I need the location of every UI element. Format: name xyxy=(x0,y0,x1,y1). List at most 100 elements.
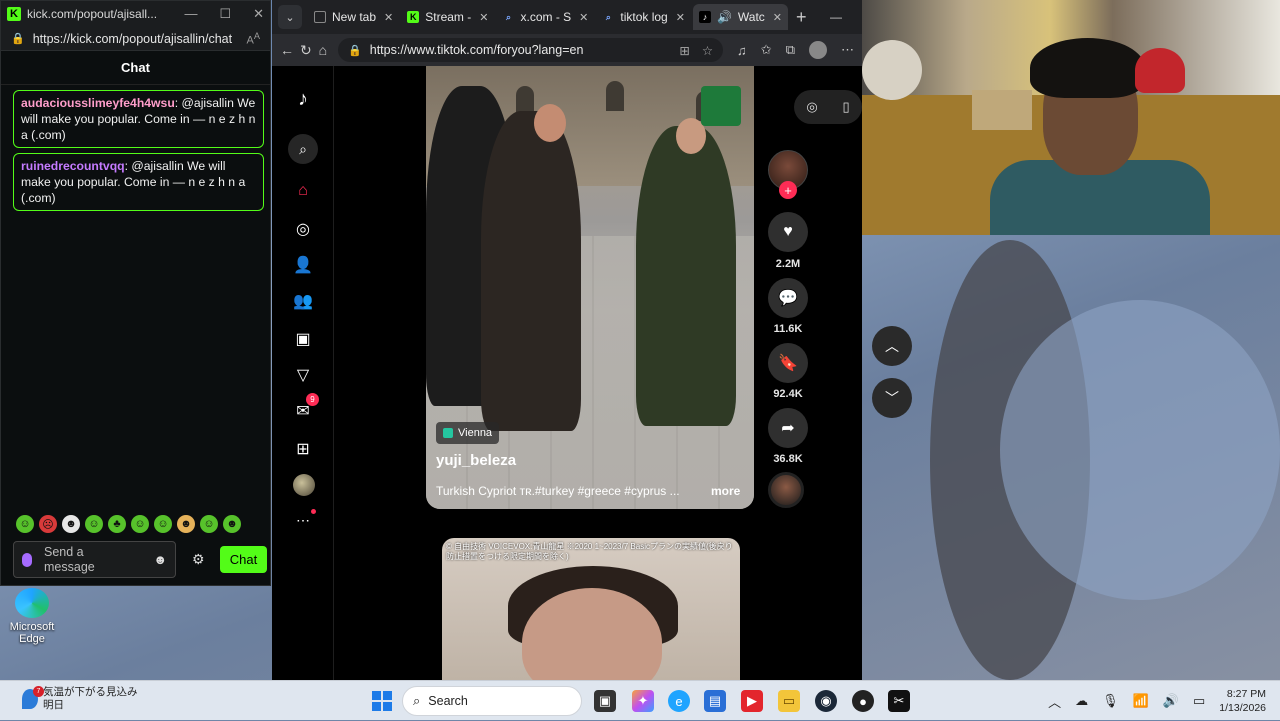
emote-icon[interactable]: ☺ xyxy=(154,515,172,533)
favorite-star-icon[interactable]: ☆ xyxy=(702,43,713,58)
top-controls: ◎ ▯ xyxy=(794,90,862,124)
microphone-icon[interactable] xyxy=(22,552,32,567)
bookmark-icon[interactable]: 🔖 xyxy=(768,343,808,383)
next-video-chevron-down-icon[interactable]: ﹀ xyxy=(872,378,912,418)
tab-stream[interactable]: K Stream - ✕ xyxy=(401,4,494,30)
more-link[interactable]: more xyxy=(711,484,740,498)
obs-icon[interactable]: ● xyxy=(852,690,874,712)
youtube-icon[interactable]: ▶ xyxy=(741,690,763,712)
close-tab-icon[interactable]: ✕ xyxy=(384,11,393,24)
collections-icon[interactable]: ⧉ xyxy=(786,42,795,58)
search-icon[interactable]: ⌕ xyxy=(288,134,318,164)
upload-plus-icon[interactable]: ⊞ xyxy=(292,438,314,460)
tray-app-icon[interactable]: ☁ xyxy=(1075,693,1088,709)
emote-icon[interactable]: ☺ xyxy=(16,515,34,533)
tab-tiktok-login[interactable]: ⌕ tiktok log ✕ xyxy=(596,4,691,30)
home-icon[interactable]: ⌂ xyxy=(318,42,328,58)
music-disc-avatar[interactable] xyxy=(768,472,804,508)
address-bar[interactable]: 🔒 https://www.tiktok.com/foryou?lang=en … xyxy=(338,38,724,62)
close-tab-icon[interactable]: ✕ xyxy=(773,11,782,24)
taskbar-search[interactable]: ⌕ Search xyxy=(402,686,582,716)
tray-chevron-up-icon[interactable]: ︿ xyxy=(1048,692,1061,711)
store-icon[interactable]: ▤ xyxy=(704,690,726,712)
maximize-icon[interactable]: ☐ xyxy=(219,6,231,22)
edge-taskbar-icon[interactable]: e xyxy=(668,690,690,712)
close-icon[interactable]: ✕ xyxy=(253,6,264,22)
task-view-icon[interactable]: ▣ xyxy=(594,690,616,712)
apps-icon[interactable]: ⊞ xyxy=(679,43,689,58)
microphone-icon[interactable]: 🎙 xyxy=(1102,693,1119,709)
kick-favicon-icon: K xyxy=(407,11,420,23)
comment-icon[interactable]: 💬 xyxy=(768,278,808,318)
tab-x-com[interactable]: ⌕ x.com - S ✕ xyxy=(496,4,594,30)
volume-icon[interactable]: 🔊 xyxy=(1163,693,1179,709)
profile-avatar[interactable] xyxy=(293,474,315,496)
messages-send-icon[interactable]: ▽ xyxy=(292,364,314,386)
back-arrow-icon[interactable]: ← xyxy=(280,42,294,58)
media-control-icon[interactable]: ♫ xyxy=(737,43,747,58)
home-icon[interactable]: ⌂ xyxy=(292,180,314,202)
chat-input-placeholder: Send a message xyxy=(44,544,95,574)
video-player[interactable]: Vienna yuji_beleza Turkish Cypriot ᴛʀ.#t… xyxy=(426,66,754,509)
like-heart-icon[interactable]: ♥ xyxy=(768,212,808,252)
favorites-icon[interactable]: ✩ xyxy=(761,42,772,58)
emote-icon[interactable]: ☺ xyxy=(200,515,218,533)
friends-icon[interactable]: 👥 xyxy=(292,290,314,312)
capcut-icon[interactable]: ✂ xyxy=(888,690,910,712)
battery-icon[interactable]: ▭ xyxy=(1193,693,1205,709)
emoji-icon[interactable]: ☻ xyxy=(153,552,167,567)
lock-icon: 🔒 xyxy=(348,44,362,57)
compass-icon[interactable]: ◎ xyxy=(806,99,817,115)
tab-new-tab[interactable]: New tab ✕ xyxy=(308,4,399,30)
explore-compass-icon[interactable]: ◎ xyxy=(292,218,314,240)
emote-icon[interactable]: ☺ xyxy=(85,515,103,533)
chat-username[interactable]: ruinedrecountvqq xyxy=(21,159,125,173)
emote-icon[interactable]: ☹ xyxy=(39,515,57,533)
close-tab-icon[interactable]: ✕ xyxy=(676,11,685,24)
tiktok-logo-icon[interactable]: ♪ xyxy=(292,88,314,110)
live-tv-icon[interactable]: ▣ xyxy=(292,328,314,350)
steam-icon[interactable]: ◉ xyxy=(815,690,837,712)
more-dots-icon[interactable]: ⋯ xyxy=(296,509,316,529)
chat-message-input[interactable]: Send a message ☻ xyxy=(13,541,176,578)
video-author-handle[interactable]: yuji_beleza xyxy=(436,452,516,469)
start-windows-icon[interactable] xyxy=(372,691,392,711)
emote-icon[interactable]: ☻ xyxy=(223,515,241,533)
address-url: https://www.tiktok.com/foryou?lang=en xyxy=(369,43,584,57)
file-explorer-icon[interactable]: ▭ xyxy=(778,690,800,712)
profile-avatar[interactable] xyxy=(809,41,827,59)
speaker-icon[interactable]: 🔊 xyxy=(717,10,732,24)
refresh-icon[interactable]: ↻ xyxy=(300,42,312,59)
emote-icon[interactable]: ☺ xyxy=(131,515,149,533)
settings-gear-icon[interactable]: ⚙ xyxy=(192,551,205,568)
chat-username[interactable]: audaciousslimeyfe4h4wsu xyxy=(21,96,175,110)
kick-address-bar[interactable]: 🔒 https://kick.com/popout/ajisallin/chat… xyxy=(1,27,270,51)
wifi-icon[interactable]: 📶 xyxy=(1133,693,1149,709)
new-tab-plus-icon[interactable]: + xyxy=(796,7,807,28)
desktop-icon-edge[interactable]: Microsoft Edge xyxy=(6,588,58,645)
following-icon[interactable]: 👤 xyxy=(292,254,314,276)
minimize-icon[interactable]: — xyxy=(830,10,842,24)
device-icon[interactable]: ▯ xyxy=(842,99,849,115)
copilot-icon[interactable]: ✦ xyxy=(632,690,654,712)
emote-icon[interactable]: ☻ xyxy=(62,515,80,533)
read-aloud-icon[interactable]: AA xyxy=(247,31,260,47)
tab-watch[interactable]: ♪ 🔊 Watc ✕ xyxy=(692,4,789,30)
clock[interactable]: 8:27 PM 1/13/2026 xyxy=(1219,687,1266,715)
weather-widget[interactable]: 7 気温が下がる見込み 明日 xyxy=(22,686,138,712)
minimize-icon[interactable]: — xyxy=(184,6,197,22)
send-chat-button[interactable]: Chat xyxy=(220,546,267,573)
previous-video-chevron-up-icon[interactable]: ︿ xyxy=(872,326,912,366)
share-arrow-icon[interactable]: ➦ xyxy=(768,408,808,448)
close-tab-icon[interactable]: ✕ xyxy=(479,11,488,24)
like-count: 2.2M xyxy=(775,258,801,270)
next-video-preview[interactable]: © 自由技術 VOICEVOX:青山龍星 ※2020 1~2023/7 Basi… xyxy=(442,538,740,680)
tab-actions-icon[interactable]: ⌄ xyxy=(278,5,302,29)
emote-icon[interactable]: ♣ xyxy=(108,515,126,533)
location-tag[interactable]: Vienna xyxy=(436,422,500,444)
inbox-icon[interactable]: ✉ 9 xyxy=(292,393,319,422)
more-options-icon[interactable]: ⋯ xyxy=(841,42,854,58)
follow-plus-icon[interactable]: + xyxy=(779,181,797,199)
close-tab-icon[interactable]: ✕ xyxy=(579,11,588,24)
emote-icon[interactable]: ☻ xyxy=(177,515,195,533)
